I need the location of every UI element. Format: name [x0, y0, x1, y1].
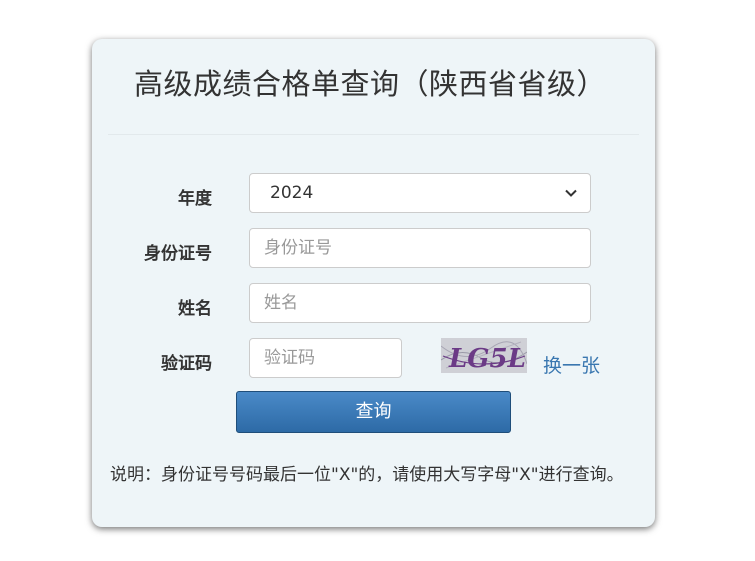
instruction-note: 说明：身份证号号码最后一位"X"的，请使用大写字母"X"进行查询。 — [110, 465, 624, 485]
chevron-down-icon — [565, 189, 577, 197]
year-label: 年度 — [178, 189, 212, 209]
query-panel: 高级成绩合格单查询（陕西省省级） 年度 2024 身份证号 姓名 验证码 LG5… — [92, 39, 655, 527]
captcha-text: LG5L — [448, 344, 526, 373]
submit-button[interactable]: 查询 — [236, 391, 511, 433]
id-number-input[interactable] — [249, 228, 591, 268]
refresh-captcha-link[interactable]: 换一张 — [543, 351, 600, 378]
name-label: 姓名 — [178, 299, 212, 319]
captcha-input[interactable] — [249, 338, 402, 378]
title-divider — [108, 134, 639, 135]
page-title: 高级成绩合格单查询（陕西省省级） — [134, 67, 607, 101]
captcha-label: 验证码 — [161, 354, 212, 374]
year-select-value: 2024 — [270, 183, 314, 203]
name-input[interactable] — [249, 283, 591, 323]
captcha-image[interactable]: LG5L — [441, 338, 527, 373]
year-select[interactable]: 2024 — [249, 173, 591, 213]
captcha-noise: LG5L — [441, 338, 527, 373]
id-number-label: 身份证号 — [144, 244, 212, 264]
